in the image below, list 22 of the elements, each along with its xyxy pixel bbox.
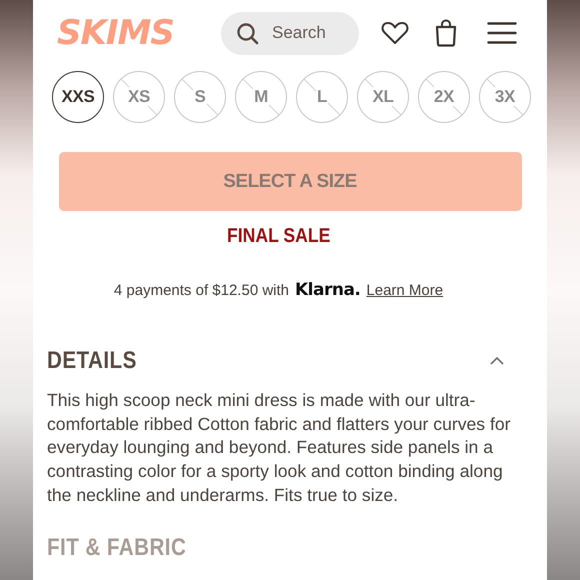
size-option[interactable]: XXS	[52, 71, 104, 123]
size-option[interactable]: M	[235, 71, 287, 123]
menu-icon[interactable]	[487, 21, 517, 45]
size-option[interactable]: XL	[357, 71, 409, 123]
logo[interactable]: SKIMS	[57, 13, 197, 53]
size-option[interactable]: 3X	[479, 71, 531, 123]
section-title[interactable]: FIT & FABRIC	[47, 534, 186, 562]
payment-info: 4 payments of $12.50 with	[114, 282, 289, 299]
chevron-up-icon[interactable]	[490, 357, 504, 365]
heart-icon[interactable]	[381, 21, 409, 45]
search-field[interactable]: Search	[221, 12, 359, 54]
shopping-bag-icon[interactable]	[434, 19, 458, 47]
learn-more-link[interactable]: Learn More	[366, 282, 444, 299]
size-option[interactable]: L	[296, 71, 348, 123]
search-icon	[236, 22, 260, 46]
description: This high scoop neck mini dress is made with our ultra-comfortable ribbed Cotton fabric and flatters your curves for everyday lounging and beyond. Features side panels in a contrasting color for a sporty look and cotton binding along the neckline and underarms. Fits true to size.	[47, 389, 512, 507]
klarna-logo: Klarna.	[295, 280, 360, 300]
size-option[interactable]: XS	[113, 71, 165, 123]
size-option[interactable]: 2X	[418, 71, 470, 123]
final-sale-label: FINAL SALE	[226, 225, 330, 248]
section-title[interactable]: DETAILS	[47, 347, 137, 375]
size-option[interactable]: S	[174, 71, 226, 123]
